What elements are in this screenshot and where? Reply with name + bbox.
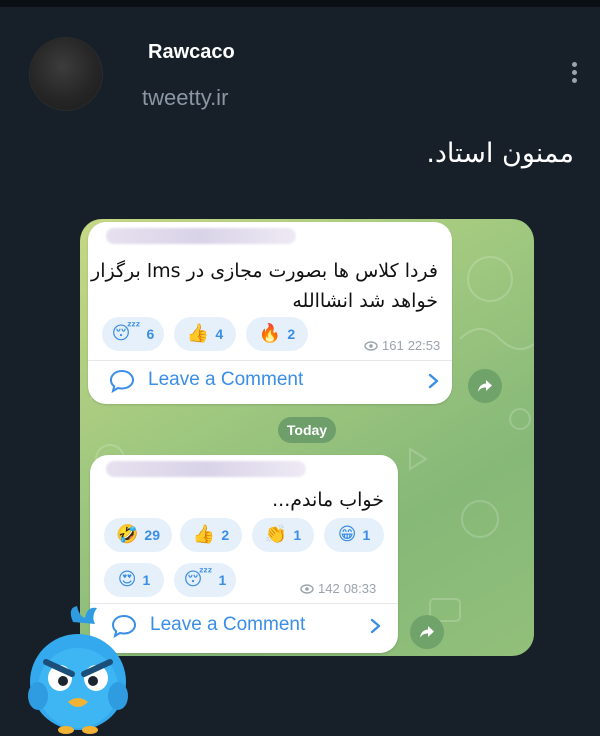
sleeping-face-icon: 😴 [183,569,213,590]
reaction-count: 1 [142,572,151,588]
eye-icon [300,583,314,594]
message-meta: 161 22:53 [364,338,440,353]
reaction-count: 1 [362,527,371,543]
top-bar [0,0,600,7]
rolling-laughing-icon: 🤣 [116,524,139,545]
message-time: 08:33 [343,581,377,596]
reaction-chip[interactable]: 🤣 29 [104,518,172,552]
fire-icon: 🔥 [258,323,282,344]
reaction-count: 1 [218,572,227,588]
reaction-chip[interactable]: 😁 1 [324,518,384,552]
eye-icon [364,340,378,351]
day-separator: Today [278,417,336,443]
reaction-chip[interactable]: 👏 1 [252,518,314,552]
thumbs-up-icon: 👍 [192,524,216,545]
thumbs-up-icon: 👍 [186,323,210,344]
reaction-chip[interactable]: 👍 2 [180,518,242,552]
message-text-line: خواب ماندم... [272,489,384,511]
reaction-count: 6 [146,326,155,342]
sender-name-blurred [106,228,296,244]
view-count: 161 [382,338,404,353]
heart-eyes-icon: 😍 [117,569,137,590]
view-count: 142 [318,581,340,596]
share-button[interactable] [468,369,502,403]
bird-mascot-icon [28,606,128,734]
sleeping-face-icon: 😴 [111,323,141,344]
reaction-count: 2 [287,326,296,342]
handle: tweetty.ir [142,85,229,110]
reaction-count: 1 [293,527,302,543]
chevron-right-icon [370,618,381,634]
reaction-count: 29 [144,527,160,543]
more-options-icon[interactable] [569,62,579,88]
reaction-chip[interactable]: 😴 1 [174,563,236,597]
chat-screenshot: فردا کلاس ها بصورت مجازی در lms برگزار خ… [80,219,534,656]
reaction-chip[interactable]: 🔥 2 [246,317,308,351]
grinning-face-icon: 😁 [337,524,357,545]
sender-name-blurred [106,461,306,477]
message-text-line: خواهد شد انشاالله [292,290,438,312]
clapping-hands-icon: 👏 [264,524,288,545]
reaction-count: 2 [221,527,230,543]
message-meta: 142 08:33 [300,581,376,596]
share-arrow-icon [420,626,434,638]
leave-comment-button[interactable]: Leave a Comment [88,360,452,404]
share-button[interactable] [410,615,444,649]
comment-bubble-icon [109,369,135,394]
message-text-line: فردا کلاس ها بصورت مجازی در lms برگزار [91,260,438,282]
message-bubble[interactable]: فردا کلاس ها بصورت مجازی در lms برگزار خ… [88,222,452,404]
leave-comment-label: Leave a Comment [148,369,304,390]
reaction-chip[interactable]: 👍 4 [174,317,236,351]
message-time: 22:53 [407,338,441,353]
share-arrow-icon [478,380,492,392]
reaction-chip[interactable]: 😴 6 [102,317,164,351]
reaction-count: 4 [215,326,224,342]
username[interactable]: Rawcaco [148,41,235,64]
reaction-chip[interactable]: 😍 1 [104,563,164,597]
avatar[interactable] [30,38,102,110]
leave-comment-label: Leave a Comment [150,614,306,635]
post-text: ممنون استاد. [426,138,574,169]
chevron-right-icon [428,373,439,389]
